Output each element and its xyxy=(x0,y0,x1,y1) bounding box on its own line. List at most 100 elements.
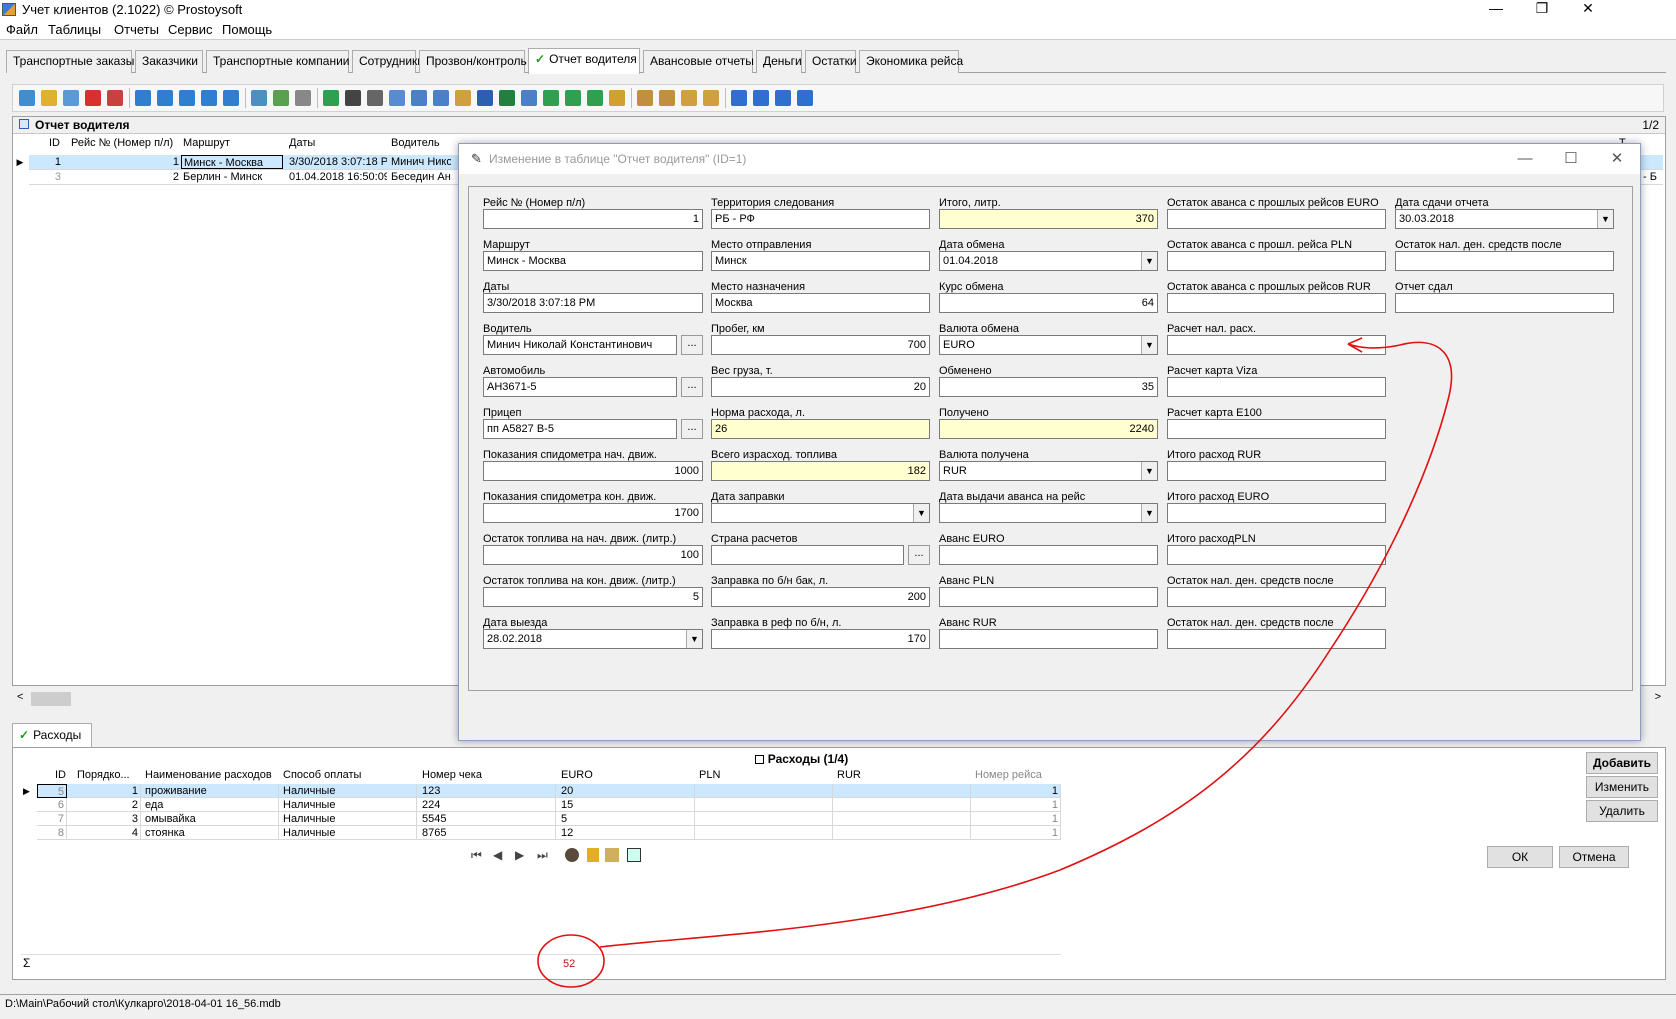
col4-field-6[interactable] xyxy=(1167,461,1386,481)
col1-field-9[interactable]: 5 xyxy=(483,587,703,607)
find-binoculars-icon[interactable] xyxy=(345,90,361,106)
browse-button[interactable]: ... xyxy=(681,335,703,355)
col-header-rur[interactable]: RUR xyxy=(837,769,967,783)
menu-reports[interactable]: Отчеты xyxy=(114,22,159,37)
col-header-payment-method[interactable]: Способ оплаты xyxy=(283,769,413,783)
col2-field-6[interactable]: 182 xyxy=(711,461,930,481)
col-header-trip-number[interactable]: Рейс № (Номер п/л) xyxy=(71,137,181,151)
tab-calls[interactable]: Прозвон/контроль xyxy=(419,50,527,73)
col-header-order[interactable]: Порядко... xyxy=(77,769,141,783)
col1-field-10[interactable]: 28.02.2018 ▼ xyxy=(483,629,703,649)
dialog-first-icon[interactable]: ⏮ xyxy=(471,848,482,863)
export-txt-icon[interactable] xyxy=(565,90,581,106)
browse-button[interactable]: ... xyxy=(681,377,703,397)
add-record-icon[interactable] xyxy=(19,90,35,106)
col-header-id[interactable]: ID xyxy=(55,769,75,783)
browse-button[interactable]: ... xyxy=(908,545,930,565)
copy-record-icon[interactable] xyxy=(63,90,79,106)
delete-button[interactable]: Удалить xyxy=(1586,800,1658,822)
horizontal-scrollbar-thumb[interactable] xyxy=(31,692,71,706)
dialog-last-icon[interactable]: ⏭ xyxy=(537,848,548,863)
col4-field-7[interactable] xyxy=(1167,503,1386,523)
cancel-button[interactable]: Отмена xyxy=(1559,846,1629,868)
col-header-euro[interactable]: EURO xyxy=(561,769,691,783)
dialog-prev-icon[interactable]: ◀ xyxy=(493,848,502,862)
export-csv-icon[interactable] xyxy=(543,90,559,106)
export-xml-icon[interactable] xyxy=(455,90,471,106)
notes-icon[interactable] xyxy=(605,848,619,862)
dialog-minimize-button[interactable]: — xyxy=(1502,144,1548,174)
col3-field-7[interactable]: ▼ xyxy=(939,503,1158,523)
tab-trip-economics[interactable]: Экономика рейса xyxy=(859,50,963,73)
last-record-icon[interactable] xyxy=(797,90,813,106)
filter-run-icon[interactable] xyxy=(251,90,267,106)
col4-field-3[interactable] xyxy=(1167,335,1386,355)
col3-field-5[interactable]: 2240 xyxy=(939,419,1158,439)
export-rtf-icon[interactable] xyxy=(521,90,537,106)
filter-icon[interactable] xyxy=(135,90,151,106)
edit-pencil-icon[interactable] xyxy=(41,90,57,106)
ok-button[interactable]: ОК xyxy=(1487,846,1553,868)
col1-field-8[interactable]: 100 xyxy=(483,545,703,565)
col5-field-1[interactable] xyxy=(1395,251,1614,271)
col2-field-3[interactable]: 700 xyxy=(711,335,930,355)
col2-field-2[interactable]: Москва xyxy=(711,293,930,313)
col3-field-2[interactable]: 64 xyxy=(939,293,1158,313)
col2-field-0[interactable]: РБ - РФ xyxy=(711,209,930,229)
col-header-route[interactable]: Маршрут xyxy=(183,137,281,151)
menu-service[interactable]: Сервис xyxy=(168,22,213,37)
col-header-dates[interactable]: Даты xyxy=(289,137,383,151)
col4-field-2[interactable] xyxy=(1167,293,1386,313)
delete-record-icon[interactable] xyxy=(85,90,101,106)
tab-money[interactable]: Деньги xyxy=(756,50,802,73)
tab-customers[interactable]: Заказчики xyxy=(135,50,203,73)
col2-field-10[interactable]: 170 xyxy=(711,629,930,649)
col4-field-10[interactable] xyxy=(1167,629,1386,649)
export-excel-icon[interactable] xyxy=(499,90,515,106)
col3-field-0[interactable]: 370 xyxy=(939,209,1158,229)
refresh-icon[interactable] xyxy=(323,90,339,106)
export-dbf-icon[interactable] xyxy=(587,90,603,106)
next-record-icon[interactable] xyxy=(775,90,791,106)
col1-field-1[interactable]: Минск - Москва xyxy=(483,251,703,271)
edit-button[interactable]: Изменить xyxy=(1586,776,1658,798)
export-html-icon[interactable] xyxy=(433,90,449,106)
filter-add-icon[interactable] xyxy=(157,90,173,106)
sort-asc-icon[interactable] xyxy=(637,90,653,106)
col3-field-3[interactable]: EURO ▼ xyxy=(939,335,1158,355)
scroll-right-icon[interactable]: > xyxy=(1655,691,1661,703)
tab-expenses[interactable]: ✓ Расходы xyxy=(12,723,92,747)
scroll-left-icon[interactable]: < xyxy=(17,691,23,703)
col3-field-8[interactable] xyxy=(939,545,1158,565)
first-record-icon[interactable] xyxy=(731,90,747,106)
dropdown-arrow-icon[interactable]: ▼ xyxy=(1141,252,1157,270)
col1-field-4[interactable]: АН3671-5 xyxy=(483,377,677,397)
col5-field-0[interactable]: 30.03.2018 ▼ xyxy=(1395,209,1614,229)
dropdown-arrow-icon[interactable]: ▼ xyxy=(1141,504,1157,522)
close-button[interactable]: ✕ xyxy=(1565,0,1611,19)
col2-field-8[interactable] xyxy=(711,545,904,565)
tab-transport-orders[interactable]: Транспортные заказы xyxy=(6,50,134,73)
export-icon[interactable] xyxy=(411,90,427,106)
filter-edit-icon[interactable] xyxy=(201,90,217,106)
col1-field-3[interactable]: Минич Николай Константинович xyxy=(483,335,677,355)
delete-all-icon[interactable] xyxy=(107,90,123,106)
add-button[interactable]: Добавить xyxy=(1586,752,1658,774)
col-header-id[interactable]: ID xyxy=(49,137,73,151)
minimize-button[interactable]: — xyxy=(1473,0,1519,19)
col-header-pln[interactable]: PLN xyxy=(699,769,829,783)
col4-field-0[interactable] xyxy=(1167,209,1386,229)
col5-field-2[interactable] xyxy=(1395,293,1614,313)
dropdown-arrow-icon[interactable]: ▼ xyxy=(686,630,702,648)
col3-field-4[interactable]: 35 xyxy=(939,377,1158,397)
dialog-close-button[interactable]: ✕ xyxy=(1594,144,1640,174)
col2-field-1[interactable]: Минск xyxy=(711,251,930,271)
col-header-expense-name[interactable]: Наименование расходов xyxy=(145,769,277,783)
menu-help[interactable]: Помощь xyxy=(222,22,272,37)
menu-file[interactable]: Файл xyxy=(6,22,38,37)
filter-remove-icon[interactable] xyxy=(179,90,195,106)
dropdown-arrow-icon[interactable]: ▼ xyxy=(1141,462,1157,480)
sql-query-icon[interactable] xyxy=(295,90,311,106)
col3-field-9[interactable] xyxy=(939,587,1158,607)
col3-field-1[interactable]: 01.04.2018 ▼ xyxy=(939,251,1158,271)
